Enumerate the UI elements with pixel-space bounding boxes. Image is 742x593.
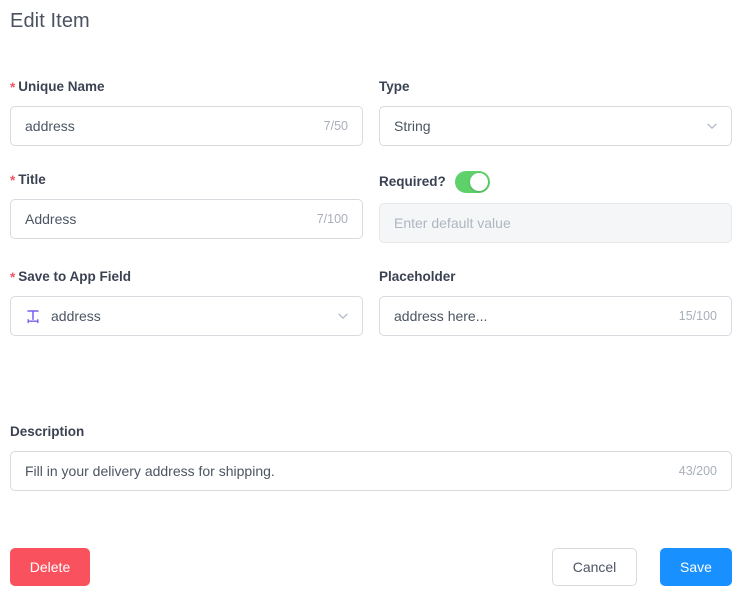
save-to-app-field-label: *Save to App Field (10, 268, 363, 286)
save-button[interactable]: Save (660, 548, 732, 586)
delete-button[interactable]: Delete (10, 548, 90, 586)
field-title: *Title Address 7/100 (10, 171, 363, 243)
placeholder-counter: 15/100 (679, 297, 717, 335)
title-value: Address (25, 200, 307, 238)
field-unique-name: *Unique Name address 7/50 (10, 78, 363, 146)
field-placeholder: Placeholder address here... 15/100 (379, 268, 732, 336)
required-toggle-label: Required? (379, 173, 446, 191)
text-type-icon (25, 308, 41, 324)
type-select[interactable]: String (379, 106, 732, 146)
title-label-text: Title (18, 172, 46, 187)
unique-name-counter: 7/50 (324, 107, 348, 145)
save-to-app-field-selected-value: address (51, 297, 101, 335)
unique-name-label-text: Unique Name (18, 79, 104, 94)
field-default-value: Required? Enter default value (379, 171, 732, 243)
required-toggle-row: Required? (379, 171, 732, 193)
description-input[interactable]: Fill in your delivery address for shippi… (10, 451, 732, 491)
title-counter: 7/100 (317, 200, 348, 238)
chevron-down-icon[interactable] (706, 120, 718, 132)
chevron-down-icon[interactable] (337, 310, 349, 322)
description-label: Description (10, 423, 732, 441)
required-toggle-switch[interactable] (455, 171, 490, 193)
unique-name-label: *Unique Name (10, 78, 363, 96)
required-asterisk: * (10, 173, 15, 188)
type-selected-value: String (394, 107, 431, 145)
title-input[interactable]: Address 7/100 (10, 199, 363, 239)
field-type: Type String (379, 78, 732, 146)
cancel-button[interactable]: Cancel (552, 548, 637, 586)
unique-name-input[interactable]: address 7/50 (10, 106, 363, 146)
form-grid: *Unique Name address 7/50 Type String *T… (10, 78, 732, 361)
required-asterisk: * (10, 270, 15, 285)
edit-item-form: Edit Item *Unique Name address 7/50 Type… (0, 0, 742, 593)
default-value-input[interactable]: Enter default value (379, 203, 732, 243)
field-description: Description Fill in your delivery addres… (10, 423, 732, 491)
toggle-knob (470, 173, 488, 191)
save-to-app-field-label-text: Save to App Field (18, 269, 131, 284)
placeholder-label: Placeholder (379, 268, 732, 286)
placeholder-value: address here... (394, 297, 669, 335)
unique-name-value: address (25, 107, 314, 145)
placeholder-input[interactable]: address here... 15/100 (379, 296, 732, 336)
default-value-placeholder: Enter default value (394, 204, 717, 242)
type-label: Type (379, 78, 732, 96)
save-to-app-field-select[interactable]: address (10, 296, 363, 336)
page-title: Edit Item (10, 8, 90, 34)
description-value: Fill in your delivery address for shippi… (25, 452, 669, 490)
description-counter: 43/200 (679, 452, 717, 490)
footer-actions: Delete Cancel Save (10, 548, 732, 586)
required-asterisk: * (10, 80, 15, 95)
field-save-to-app-field: *Save to App Field address (10, 268, 363, 336)
title-label: *Title (10, 171, 363, 189)
